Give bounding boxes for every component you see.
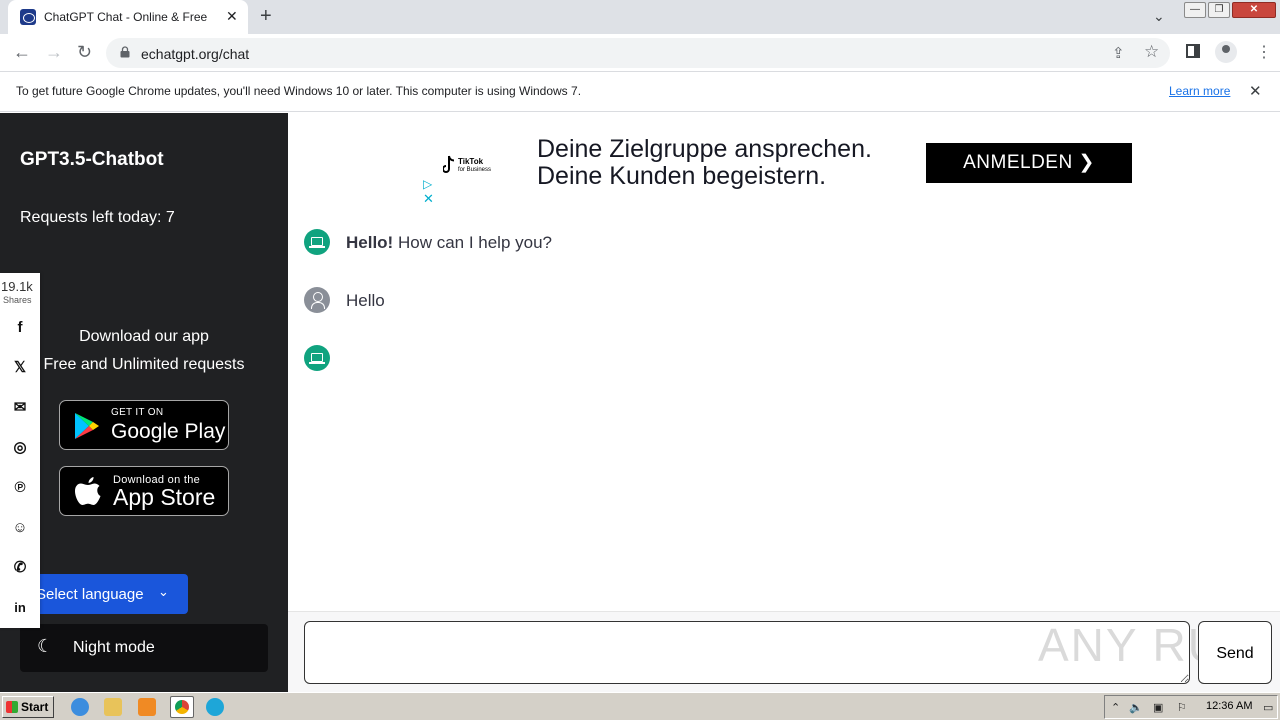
linkedin-icon[interactable]: in xyxy=(10,598,30,618)
svg-text:for Business: for Business xyxy=(458,167,491,173)
free-unlimited-line: Free and Unlimited requests xyxy=(43,356,245,373)
social-share-bar: 19.1k Shares f 𝕏 ✉ ◎ ℗ ☺ ✆ in xyxy=(0,273,40,628)
whatsapp-icon[interactable]: ✆ xyxy=(10,558,30,578)
google-play-icon xyxy=(75,413,99,439)
bot-message-text: How can I help you? xyxy=(393,233,552,252)
tab-title: ChatGPT Chat - Online & Free xyxy=(44,10,208,24)
composer-area: ANY RUN Send xyxy=(288,611,1280,692)
forward-arrow-icon[interactable]: → xyxy=(45,42,63,63)
chrome-taskbar-button[interactable] xyxy=(170,696,194,718)
share-count: 19.1k xyxy=(1,279,33,294)
tab-close-icon[interactable]: ✕ xyxy=(226,8,238,25)
new-tab-button[interactable]: + xyxy=(260,5,272,28)
reddit-icon[interactable]: ☺ xyxy=(10,518,30,538)
email-icon[interactable]: ✉ xyxy=(10,398,30,418)
tiktok-logo-icon: TikTok for Business xyxy=(443,155,491,173)
url-text[interactable]: echatgpt.org/chat xyxy=(141,46,249,62)
ad-headline-line1: Deine Zielgruppe ansprechen. xyxy=(537,135,872,163)
site-favicon-icon xyxy=(20,9,36,25)
apple-icon xyxy=(75,477,101,505)
window-minimize-button[interactable]: — xyxy=(1184,2,1206,18)
ad-cta-label: ANMELDEN xyxy=(963,152,1073,173)
share-page-icon[interactable]: ⇪ xyxy=(1112,44,1125,62)
messenger-icon[interactable]: ◎ xyxy=(10,438,30,458)
pinterest-icon[interactable]: ℗ xyxy=(10,478,30,498)
requests-left-text: Requests left today: 7 xyxy=(20,209,175,226)
media-player-icon[interactable] xyxy=(138,698,156,716)
moon-icon: ☾ xyxy=(37,636,54,656)
chevron-down-icon: ⌄ xyxy=(158,584,169,599)
user-message: Hello xyxy=(346,291,385,310)
night-mode-label: Night mode xyxy=(73,639,155,656)
action-center-flag-icon[interactable]: ⚐ xyxy=(1177,701,1187,714)
side-panel-icon[interactable] xyxy=(1186,44,1200,58)
svg-text:TikTok: TikTok xyxy=(458,157,484,166)
info-bar-message: To get future Google Chrome updates, you… xyxy=(16,84,582,98)
lock-icon[interactable] xyxy=(120,46,130,58)
app-sidebar: GPT3.5-Chatbot Requests left today: 7 Do… xyxy=(0,113,288,692)
share-label: Shares xyxy=(3,295,32,305)
browser-tab[interactable]: ChatGPT Chat - Online & Free ✕ xyxy=(8,0,248,34)
internet-explorer-icon[interactable] xyxy=(71,698,89,716)
show-desktop-icon[interactable]: ▭ xyxy=(1263,701,1273,714)
file-explorer-icon[interactable] xyxy=(104,698,122,716)
ad-headline-line2: Deine Kunden begeistern. xyxy=(537,162,827,190)
adchoices-icon[interactable]: ▷ xyxy=(423,177,432,191)
bot-message-bold: Hello! xyxy=(346,233,394,252)
user-avatar-icon xyxy=(304,287,330,313)
profile-avatar-icon[interactable] xyxy=(1215,41,1237,63)
select-language-label: Select language xyxy=(36,586,144,603)
download-app-line: Download our app xyxy=(79,328,209,345)
tab-search-chevron-icon[interactable]: ⌄ xyxy=(1153,8,1165,25)
x-twitter-icon[interactable]: 𝕏 xyxy=(10,358,30,378)
google-play-small-text: GET IT ON xyxy=(111,407,164,418)
brand-title[interactable]: GPT3.5-Chatbot xyxy=(20,149,164,171)
address-bar[interactable]: echatgpt.org/chat ⇪ ☆ xyxy=(106,38,1170,68)
start-button[interactable]: Start xyxy=(2,696,54,718)
reload-icon[interactable]: ↻ xyxy=(77,42,92,63)
ad-cta-button[interactable]: ANMELDEN ❯ xyxy=(926,143,1132,183)
windows-taskbar: Start ⌃ 🔈 ▣ ⚐ ▭ 12:36 AM xyxy=(0,692,1280,720)
back-arrow-icon[interactable]: ← xyxy=(13,42,31,63)
network-icon[interactable]: ▣ xyxy=(1153,701,1163,714)
learn-more-link[interactable]: Learn more xyxy=(1169,84,1230,98)
bot-avatar-icon xyxy=(304,345,330,371)
ad-close-icon[interactable]: ✕ xyxy=(423,191,434,207)
bot-avatar-icon xyxy=(304,229,330,255)
taskbar-clock: 12:36 AM xyxy=(1206,700,1253,712)
tray-expand-icon[interactable]: ⌃ xyxy=(1111,701,1120,714)
edge-icon[interactable] xyxy=(206,698,224,716)
window-restore-button[interactable]: ❐ xyxy=(1208,2,1230,18)
app-store-big-text: App Store xyxy=(113,484,216,510)
browser-menu-icon[interactable]: ⋮ xyxy=(1256,42,1272,62)
download-app-heading: Download our app Free and Unlimited requ… xyxy=(0,323,288,379)
browser-tab-strip: ChatGPT Chat - Online & Free ✕ + ⌄ — ❐ ✕ xyxy=(0,0,1280,34)
browser-toolbar: ← → ↻ echatgpt.org/chat ⇪ ☆ ⋮ xyxy=(0,34,1280,72)
chat-main: TikTok for Business Deine Zielgruppe ans… xyxy=(288,113,1280,692)
send-button[interactable]: Send xyxy=(1198,621,1272,684)
volume-icon[interactable]: 🔈 xyxy=(1129,701,1143,714)
update-info-bar: To get future Google Chrome updates, you… xyxy=(0,72,1280,112)
google-play-big-text: Google Play xyxy=(111,420,226,443)
facebook-icon[interactable]: f xyxy=(10,318,30,338)
google-play-button[interactable]: GET IT ON Google Play xyxy=(59,400,229,450)
bot-message: Hello! How can I help you? xyxy=(346,233,552,253)
select-language-button[interactable]: Select language ⌄ xyxy=(28,574,188,614)
app-store-button[interactable]: Download on the App Store xyxy=(59,466,229,516)
night-mode-button[interactable]: ☾ Night mode xyxy=(20,624,268,672)
window-close-button[interactable]: ✕ xyxy=(1232,2,1276,18)
tiktok-ad-banner[interactable]: TikTok for Business Deine Zielgruppe ans… xyxy=(421,119,1147,207)
bookmark-star-icon[interactable]: ☆ xyxy=(1144,42,1159,62)
info-bar-close-icon[interactable]: ✕ xyxy=(1249,82,1262,100)
